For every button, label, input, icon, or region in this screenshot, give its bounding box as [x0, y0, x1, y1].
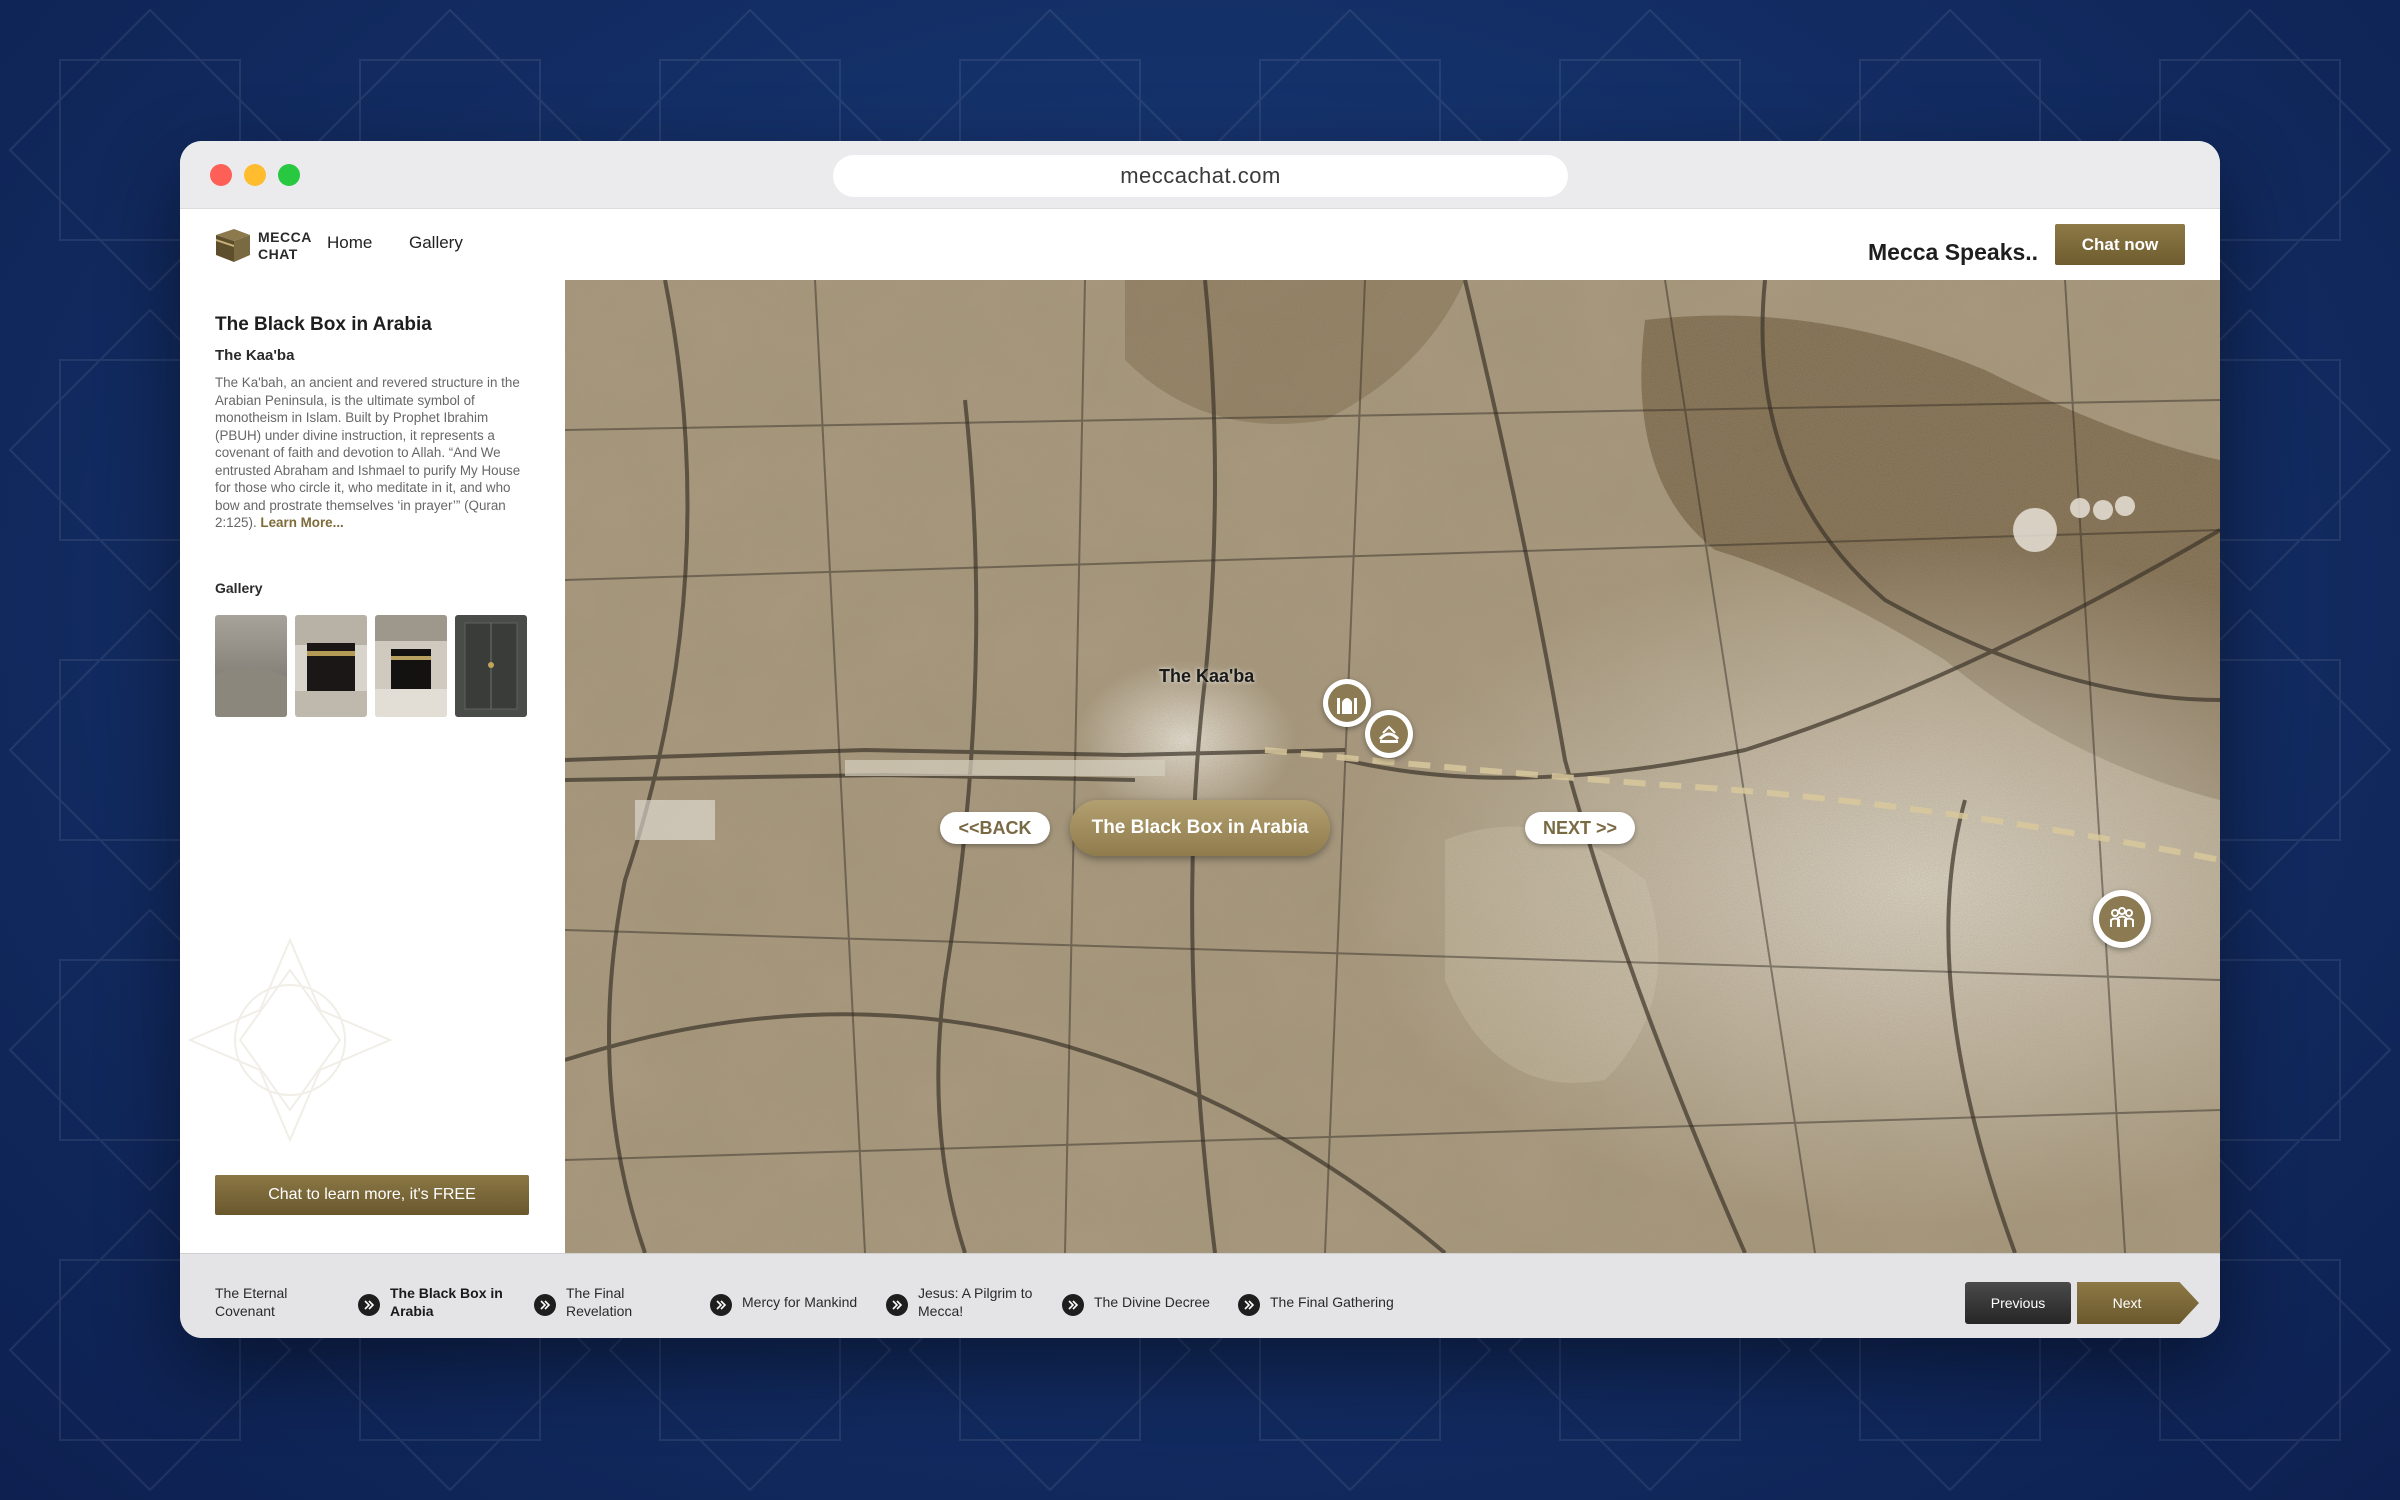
- chapter-item-final-revelation[interactable]: The Final Revelation: [566, 1284, 666, 1320]
- chevron-right-icon: [534, 1294, 556, 1316]
- chapter-item-mercy-for-mankind[interactable]: Mercy for Mankind: [742, 1293, 892, 1311]
- chevron-right-icon: [1062, 1294, 1084, 1316]
- close-window-button[interactable]: [210, 164, 232, 186]
- kaaba-map-pin[interactable]: [1323, 679, 1371, 727]
- address-bar[interactable]: meccachat.com: [833, 155, 1568, 197]
- chevron-right-icon: [1238, 1294, 1260, 1316]
- chevron-right-icon: [886, 1294, 908, 1316]
- section-description: The Ka'bah, an ancient and revered struc…: [215, 374, 533, 532]
- maximize-window-button[interactable]: [278, 164, 300, 186]
- chevron-right-icon: [710, 1294, 732, 1316]
- crowd-icon: [2110, 907, 2134, 927]
- logo-text-line2: CHAT: [258, 246, 298, 262]
- gallery-thumbnail[interactable]: [295, 615, 367, 717]
- site-header: MECCA CHAT Home Gallery Mecca Speaks.. C…: [180, 209, 2220, 280]
- browser-titlebar: meccachat.com: [180, 141, 2220, 209]
- section-subtitle: The Kaa'ba: [215, 347, 295, 364]
- map-terrain: [565, 280, 2220, 1253]
- kaaba-logo-icon: [216, 229, 250, 262]
- chapter-item-jesus-pilgrim[interactable]: Jesus: A Pilgrim to Mecca!: [918, 1284, 1058, 1320]
- nav-gallery-link[interactable]: Gallery: [409, 233, 463, 253]
- chapter-navigation-bar: The Eternal Covenant The Black Box in Ar…: [180, 1253, 2220, 1338]
- section-title: The Black Box in Arabia: [215, 314, 432, 335]
- info-sidebar: The Black Box in Arabia The Kaa'ba The K…: [180, 280, 564, 1253]
- people-map-pin[interactable]: [2093, 890, 2151, 948]
- satellite-map[interactable]: The Kaa'ba <<BACK The Black Box in Arabi…: [565, 280, 2220, 1253]
- site-tagline: Mecca Speaks..: [1868, 239, 2039, 265]
- mosque-icon: [1337, 698, 1357, 714]
- map-chapter-title: The Black Box in Arabia: [1070, 800, 1330, 856]
- chat-now-button[interactable]: Chat now: [2055, 224, 2185, 265]
- chapter-item-divine-decree[interactable]: The Divine Decree: [1094, 1293, 1244, 1311]
- gallery-heading: Gallery: [215, 580, 263, 596]
- logo-text-line1: MECCA: [258, 229, 312, 245]
- nav-home-link[interactable]: Home: [327, 233, 372, 253]
- gallery-thumbnail[interactable]: [215, 615, 287, 717]
- browser-window: meccachat.com MECCA CHAT Home Gallery Me…: [180, 141, 2220, 1338]
- minimize-window-button[interactable]: [244, 164, 266, 186]
- gallery-thumbnail[interactable]: [375, 615, 447, 717]
- chat-learn-more-button[interactable]: Chat to learn more, it's FREE: [215, 1175, 529, 1215]
- chapter-item-black-box[interactable]: The Black Box in Arabia: [390, 1284, 520, 1320]
- map-next-button[interactable]: NEXT >>: [1525, 812, 1635, 844]
- next-button[interactable]: Next: [2077, 1282, 2199, 1324]
- previous-button[interactable]: Previous: [1965, 1282, 2071, 1324]
- decorative-ornament: [187, 937, 393, 1143]
- description-text: The Ka'bah, an ancient and revered struc…: [215, 375, 521, 530]
- map-back-button[interactable]: <<BACK: [940, 812, 1050, 844]
- chevron-right-icon: [358, 1294, 380, 1316]
- landmark-map-pin[interactable]: [1365, 710, 1413, 758]
- learn-more-link[interactable]: Learn More...: [260, 515, 343, 530]
- gallery-thumbnail[interactable]: [455, 615, 527, 717]
- site-logo[interactable]: MECCA CHAT: [214, 225, 314, 267]
- landmark-icon: [1378, 725, 1400, 743]
- chapter-item-eternal-covenant[interactable]: The Eternal Covenant: [215, 1284, 325, 1320]
- kaaba-map-label: The Kaa'ba: [1159, 666, 1255, 686]
- chapter-item-final-gathering[interactable]: The Final Gathering: [1270, 1293, 1430, 1311]
